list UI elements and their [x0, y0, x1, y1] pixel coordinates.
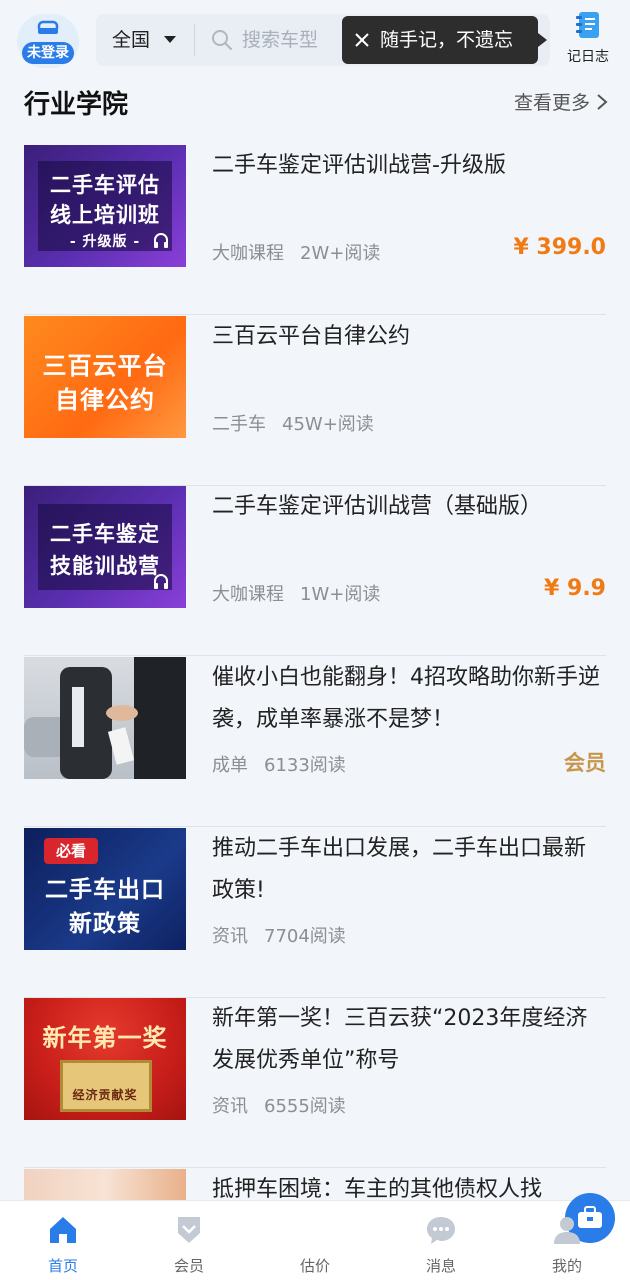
thumb-text: 二手车出口	[45, 877, 165, 903]
city-selector[interactable]: 全国	[112, 14, 150, 66]
thumb-text: 线上培训班	[50, 203, 160, 227]
section-title: 行业学院	[24, 90, 129, 120]
article-thumbnail	[24, 657, 186, 779]
article-title: 新年第一奖！三百云获“2023年度经济发展优秀单位”称号	[212, 1006, 588, 1073]
home-icon	[50, 1217, 76, 1243]
article-meta: 成单 6133阅读	[212, 751, 346, 777]
article-thumbnail: 三百云平台 自律公约	[24, 316, 186, 438]
chat-icon	[427, 1217, 455, 1244]
main-content: 行业学院 查看更多 二手车评估 线上培训班 - 升级版 - 二手车鉴定评估训战营…	[0, 80, 630, 1200]
thumb-text: 新政策	[69, 911, 141, 937]
article-thumbnail: 二手车评估 线上培训班 - 升级版 -	[24, 145, 186, 267]
article-item[interactable]: 必看 二手车出口 新政策 推动二手车出口发展，二手车出口最新政策! 资讯 7704…	[24, 828, 606, 998]
article-reads: 1W+阅读	[300, 584, 381, 605]
article-category: 二手车	[212, 414, 266, 435]
article-title: 三百云平台自律公约	[212, 324, 411, 349]
thumb-text: 二手车评估	[50, 173, 160, 197]
article-thumbnail	[24, 1169, 186, 1200]
article-thumbnail: 二手车鉴定 技能训战营	[24, 486, 186, 608]
headphones-icon	[154, 574, 168, 589]
thumb-text: 新年第一奖	[42, 1024, 168, 1052]
top-bar: 未登录 全国 搜索车型 随手记，不遗忘 记日志	[0, 0, 630, 80]
car-icon	[37, 20, 59, 34]
article-meta: 二手车 45W+阅读	[212, 410, 374, 436]
nav-label: 首页	[47, 1257, 78, 1275]
login-badge[interactable]: 未登录	[17, 14, 79, 68]
tooltip-text: 随手记，不遗忘	[380, 29, 514, 51]
article-thumbnail: 新年第一奖 经济贡献奖	[24, 998, 186, 1120]
search-icon	[212, 30, 232, 50]
must-read-label: 必看	[55, 842, 86, 860]
thumb-text: 三百云平台	[42, 352, 168, 380]
see-more-link[interactable]: 查看更多	[514, 88, 608, 115]
article-title: 二手车鉴定评估训战营-升级版	[212, 153, 506, 178]
nav-estimate[interactable]: 估价	[275, 1193, 615, 1280]
user-icon	[554, 1217, 580, 1244]
article-price: ¥ 399.0	[513, 235, 606, 260]
close-icon[interactable]	[352, 30, 372, 50]
article-item[interactable]: 催收小白也能翻身！4招攻略助你新手逆袭，成单率暴涨不是梦！ 成单 6133阅读 会…	[24, 657, 606, 827]
article-title: 二手车鉴定评估训战营（基础版）	[212, 494, 543, 519]
article-item[interactable]: 三百云平台 自律公约 三百云平台自律公约 二手车 45W+阅读	[24, 316, 606, 486]
bottom-nav: 首页 会员 估价 消息 我的	[0, 1193, 630, 1280]
article-category: 资讯	[212, 1096, 248, 1117]
article-item[interactable]: 新年第一奖 经济贡献奖 新年第一奖！三百云获“2023年度经济发展优秀单位”称号…	[24, 998, 606, 1168]
nav-label: 估价	[299, 1257, 330, 1275]
article-category: 成单	[212, 755, 248, 776]
article-price: ¥ 9.9	[544, 576, 606, 601]
login-label: 未登录	[22, 42, 74, 64]
nav-messages[interactable]: 消息	[401, 1201, 481, 1280]
diary-tooltip: 随手记，不遗忘	[342, 16, 547, 64]
nav-label: 消息	[425, 1257, 456, 1275]
article-reads: 6555阅读	[264, 1096, 346, 1117]
article-category: 大咖课程	[212, 584, 284, 605]
thumb-text: 自律公约	[55, 386, 155, 414]
article-reads: 45W+阅读	[282, 414, 374, 435]
notebook-icon	[576, 12, 599, 38]
award-text: 经济贡献奖	[72, 1088, 138, 1102]
headphones-icon	[154, 233, 168, 248]
chevron-right-icon	[597, 93, 608, 110]
article-title: 抵押车困境：车主的其他债权人找	[212, 1177, 543, 1200]
article-title: 推动二手车出口发展，二手车出口最新政策!	[212, 836, 587, 903]
article-thumbnail: 必看 二手车出口 新政策	[24, 828, 186, 950]
search-input[interactable]: 搜索车型	[242, 14, 318, 66]
nav-profile[interactable]: 我的	[527, 1201, 607, 1280]
diary-button[interactable]: 记日志	[562, 10, 614, 70]
member-badge: 会员	[564, 751, 606, 775]
article-reads: 2W+阅读	[300, 243, 381, 264]
article-category: 资讯	[212, 926, 248, 947]
article-meta: 大咖课程 2W+阅读	[212, 239, 380, 265]
thumb-text: 二手车鉴定	[50, 522, 160, 546]
article-meta: 资讯 6555阅读	[212, 1092, 346, 1118]
article-reads: 7704阅读	[264, 926, 346, 947]
handshake-photo	[24, 657, 186, 779]
divider	[194, 24, 195, 56]
nav-home[interactable]: 首页	[23, 1201, 103, 1280]
article-item[interactable]: 抵押车困境：车主的其他债权人找	[24, 1169, 606, 1200]
article-category: 大咖课程	[212, 243, 284, 264]
article-title: 催收小白也能翻身！4招攻略助你新手逆袭，成单率暴涨不是梦！	[212, 665, 600, 732]
article-item[interactable]: 二手车评估 线上培训班 - 升级版 - 二手车鉴定评估训战营-升级版 大咖课程 2…	[24, 145, 606, 315]
article-reads: 6133阅读	[264, 755, 346, 776]
diary-label: 记日志	[567, 49, 609, 65]
article-item[interactable]: 二手车鉴定 技能训战营 二手车鉴定评估训战营（基础版） 大咖课程 1W+阅读 ¥ …	[24, 486, 606, 656]
see-more-label: 查看更多	[513, 92, 590, 114]
nav-label: 我的	[551, 1257, 582, 1275]
member-badge-icon	[178, 1217, 200, 1243]
nav-label: 会员	[173, 1257, 204, 1275]
article-meta: 大咖课程 1W+阅读	[212, 580, 380, 606]
article-meta: 资讯 7704阅读	[212, 922, 346, 948]
caret-down-icon[interactable]	[164, 36, 176, 43]
nav-member[interactable]: 会员	[149, 1201, 229, 1280]
